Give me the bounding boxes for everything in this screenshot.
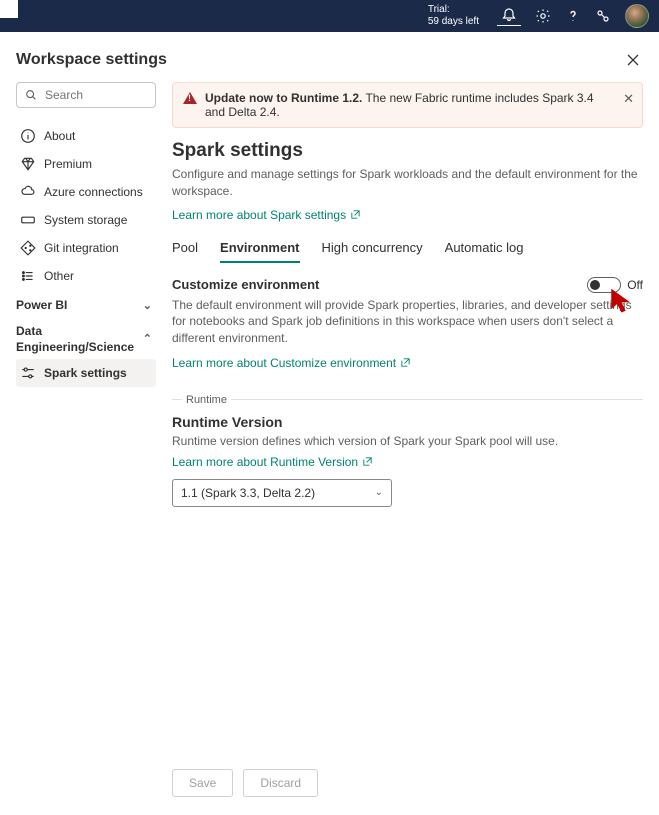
- chevron-down-icon: ⌄: [143, 299, 152, 312]
- sidebar-item-label: Other: [44, 269, 74, 283]
- close-panel-button[interactable]: [623, 50, 643, 70]
- chevron-up-icon: ⌃: [143, 332, 152, 346]
- external-link-icon: [350, 209, 361, 220]
- section-desc: Configure and manage settings for Spark …: [172, 166, 643, 200]
- tab-pool[interactable]: Pool: [172, 240, 198, 263]
- sidebar-item-label: Git integration: [44, 241, 119, 255]
- customize-section: Customize environment Off The default en…: [172, 277, 643, 370]
- sidebar-item-storage[interactable]: System storage: [16, 206, 156, 234]
- info-icon: [20, 128, 36, 144]
- diamond-icon: [20, 156, 36, 172]
- footer-actions: Save Discard: [172, 769, 318, 797]
- spark-learn-more-link[interactable]: Learn more about Spark settings: [172, 208, 643, 222]
- customize-title: Customize environment: [172, 277, 319, 292]
- search-input[interactable]: [45, 88, 149, 102]
- select-value: 1.1 (Spark 3.3, Delta 2.2): [181, 486, 315, 500]
- sidebar-group-label: Power BI: [16, 298, 67, 312]
- sidebar-item-label: Spark settings: [44, 366, 127, 380]
- sidebar-item-spark-settings[interactable]: Spark settings: [16, 359, 156, 387]
- help-icon[interactable]: [565, 8, 581, 24]
- sidebar-group-powerbi[interactable]: Power BI ⌄: [16, 290, 156, 316]
- external-link-icon: [362, 456, 373, 467]
- page-title: Workspace settings: [16, 51, 167, 69]
- main-content: Update now to Runtime 1.2. The new Fabri…: [172, 82, 643, 815]
- search-icon: [23, 87, 39, 103]
- alert-text: Update now to Runtime 1.2. The new Fabri…: [205, 91, 614, 119]
- tabs: Pool Environment High concurrency Automa…: [172, 240, 643, 263]
- customize-toggle-wrap: Off: [587, 277, 643, 293]
- app-launcher-box[interactable]: [0, 0, 18, 18]
- sidebar-item-git[interactable]: Git integration: [16, 234, 156, 262]
- sliders-icon: [20, 365, 36, 381]
- sidebar-item-other[interactable]: Other: [16, 262, 156, 290]
- toggle-state-label: Off: [627, 278, 643, 292]
- toggle-knob-icon: [590, 280, 600, 290]
- storage-icon: [20, 212, 36, 228]
- sidebar-group-data-eng[interactable]: Data Engineering/Science ⌃: [16, 316, 156, 359]
- bell-underline-icon: [497, 25, 521, 26]
- cloud-icon: [20, 184, 36, 200]
- settings-gear-icon[interactable]: [535, 8, 551, 24]
- chevron-down-icon: ⌄: [375, 487, 383, 498]
- sidebar-item-azure[interactable]: Azure connections: [16, 178, 156, 206]
- bell-icon: [501, 7, 517, 23]
- top-bar: Trial: 59 days left: [0, 0, 659, 32]
- runtime-legend: Runtime: [182, 394, 231, 406]
- sidebar-group-label: Data Engineering/Science: [16, 324, 134, 355]
- tab-automatic-log[interactable]: Automatic log: [445, 240, 524, 263]
- tab-high-concurrency[interactable]: High concurrency: [322, 240, 423, 263]
- customize-learn-more-link[interactable]: Learn more about Customize environment: [172, 356, 411, 370]
- sidebar-item-label: Premium: [44, 157, 92, 171]
- trial-status[interactable]: Trial: 59 days left: [428, 4, 479, 28]
- trial-line2: 59 days left: [428, 16, 479, 28]
- sidebar-item-label: System storage: [44, 213, 127, 227]
- search-box[interactable]: [16, 82, 156, 108]
- save-button[interactable]: Save: [172, 769, 233, 797]
- alert-close-button[interactable]: ✕: [623, 91, 634, 107]
- runtime-learn-more-link[interactable]: Learn more about Runtime Version: [172, 455, 373, 469]
- trial-line1: Trial:: [428, 4, 479, 16]
- list-icon: [20, 268, 36, 284]
- sidebar-item-label: Azure connections: [44, 185, 143, 199]
- discard-button[interactable]: Discard: [243, 769, 318, 797]
- runtime-fieldset: Runtime Runtime Version Runtime version …: [172, 384, 643, 507]
- sidebar-item-premium[interactable]: Premium: [16, 150, 156, 178]
- sidebar-item-label: About: [44, 129, 75, 143]
- feedback-icon[interactable]: [595, 8, 611, 24]
- customize-desc: The default environment will provide Spa…: [172, 297, 643, 347]
- runtime-version-desc: Runtime version defines which version of…: [172, 434, 643, 448]
- external-link-icon: [400, 357, 411, 368]
- warning-triangle-icon: [183, 92, 197, 104]
- runtime-version-title: Runtime Version: [172, 414, 643, 430]
- sidebar: About Premium Azure connections System s…: [16, 82, 156, 815]
- customize-toggle[interactable]: [587, 277, 621, 293]
- user-avatar[interactable]: [625, 4, 649, 28]
- tab-environment[interactable]: Environment: [220, 240, 299, 263]
- git-icon: [20, 240, 36, 256]
- update-alert: Update now to Runtime 1.2. The new Fabri…: [172, 82, 643, 128]
- section-title: Spark settings: [172, 140, 643, 162]
- page-body: Workspace settings About Premium: [0, 32, 659, 815]
- sidebar-item-about[interactable]: About: [16, 122, 156, 150]
- runtime-version-select[interactable]: 1.1 (Spark 3.3, Delta 2.2) ⌄: [172, 479, 392, 507]
- notifications-wrap[interactable]: [497, 7, 521, 26]
